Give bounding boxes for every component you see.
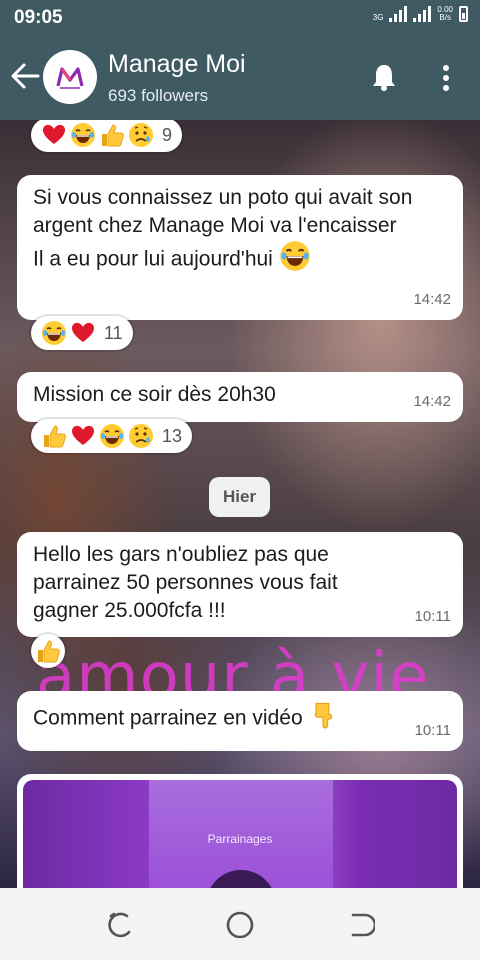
message-time: 14:42 xyxy=(413,291,451,308)
signal-icon-2 xyxy=(413,6,432,22)
back-nav-icon[interactable] xyxy=(345,910,375,940)
reaction-bar[interactable]: 11 xyxy=(31,316,133,350)
video-label: Parrainages xyxy=(207,832,273,846)
recent-apps-icon[interactable] xyxy=(105,910,135,940)
system-nav-bar xyxy=(0,888,480,960)
message-text: Hello les gars n'oubliez pas que parrain… xyxy=(33,543,338,622)
message-text: Si vous connaissez un poto qui avait son… xyxy=(33,186,413,237)
message-bubble[interactable]: Si vous connaissez un poto qui avait son… xyxy=(17,175,463,320)
laughing-emoji-icon xyxy=(279,240,311,280)
thumbs-up-emoji-icon xyxy=(99,122,125,148)
channel-title[interactable]: Manage Moi xyxy=(108,50,246,79)
battery-icon xyxy=(459,6,468,22)
data-speed-unit: B/s xyxy=(439,13,451,22)
followers-count: 693 followers xyxy=(108,86,209,105)
reaction-bar[interactable] xyxy=(31,634,65,668)
thumbs-up-emoji-icon xyxy=(35,638,61,664)
message-time: 10:11 xyxy=(414,722,451,739)
reaction-count: 9 xyxy=(162,124,173,145)
home-icon[interactable] xyxy=(225,910,255,940)
heart-emoji-icon xyxy=(70,423,96,449)
message-bubble[interactable]: Hello les gars n'oubliez pas que parrain… xyxy=(17,532,463,637)
more-options-icon[interactable] xyxy=(440,64,452,92)
bell-icon[interactable] xyxy=(370,62,398,92)
video-thumbnail[interactable]: Parrainages xyxy=(23,780,457,888)
status-icons: 3G 0.00 B/s xyxy=(373,6,468,22)
heart-emoji-icon xyxy=(41,122,67,148)
laughing-emoji-icon xyxy=(41,320,67,346)
message-time: 14:42 xyxy=(413,393,451,410)
pointing-down-emoji-icon xyxy=(308,700,338,738)
signal-icon xyxy=(389,6,408,22)
status-bar: 09:05 3G 0.00 B/s xyxy=(0,0,480,34)
laughing-emoji-icon xyxy=(70,122,96,148)
message-text: Mission ce soir dès 20h30 xyxy=(33,383,276,406)
sad-emoji-icon xyxy=(128,423,154,449)
date-divider: Hier xyxy=(209,477,271,517)
thumbs-up-emoji-icon xyxy=(41,423,67,449)
channel-avatar[interactable] xyxy=(43,50,97,104)
message-text-line2: Il a eu pour lui aujourd'hui xyxy=(33,240,447,280)
message-bubble[interactable]: Mission ce soir dès 20h30 14:42 xyxy=(17,372,463,422)
reaction-bar[interactable]: 13 xyxy=(31,419,193,453)
message-text: Comment parrainez en vidéo xyxy=(33,706,303,730)
manage-moi-logo xyxy=(56,67,84,89)
message-text-row: Comment parrainez en vidéo xyxy=(33,700,447,738)
heart-emoji-icon xyxy=(70,320,96,346)
sad-emoji-icon xyxy=(128,122,154,148)
reaction-count: 13 xyxy=(162,425,183,446)
status-time: 09:05 xyxy=(14,7,63,28)
network-type: 3G xyxy=(372,13,384,22)
chat-area[interactable]: amour à vie 9 Si vous connaissez un poto… xyxy=(0,120,480,888)
reaction-count: 11 xyxy=(104,322,123,343)
laughing-emoji-icon xyxy=(99,423,125,449)
back-arrow-icon[interactable] xyxy=(10,62,40,90)
reaction-bar[interactable]: 9 xyxy=(31,120,183,152)
message-time: 10:11 xyxy=(414,608,451,625)
data-speed: 0.00 B/s xyxy=(437,6,453,22)
video-message[interactable]: Parrainages xyxy=(17,774,463,888)
channel-header: Manage Moi 693 followers xyxy=(0,34,480,120)
message-bubble[interactable]: Comment parrainez en vidéo 10:11 xyxy=(17,691,463,751)
